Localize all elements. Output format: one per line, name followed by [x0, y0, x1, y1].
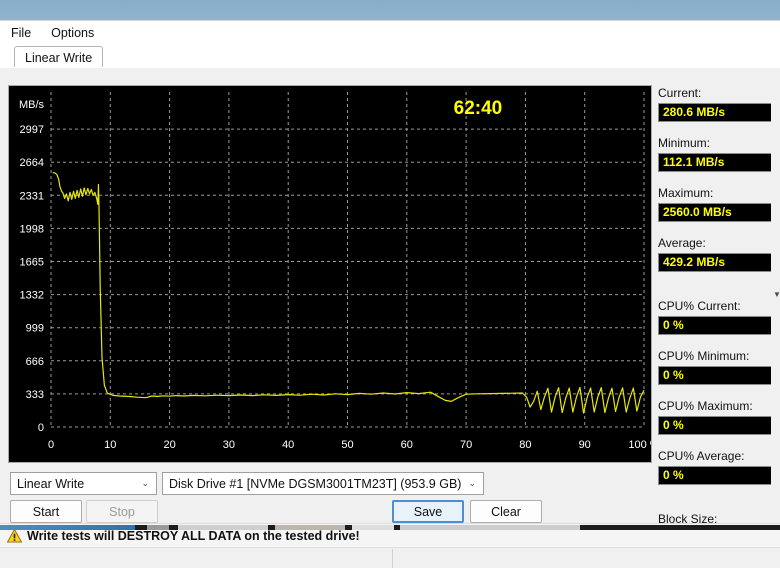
stat-maximum-value: 2560.0 MB/s: [658, 203, 772, 222]
stat-minimum: Minimum: 112.1 MB/s: [658, 135, 772, 172]
warning-icon: [7, 528, 22, 543]
statistics-panel: Current: 280.6 MB/s Minimum: 112.1 MB/s …: [658, 85, 772, 548]
stat-cpu-maximum: CPU% Maximum: 0 %: [658, 398, 772, 435]
x-tick-label: 50: [341, 439, 353, 451]
stat-cpu-average-label: CPU% Average:: [658, 449, 745, 463]
stat-cpu-minimum: CPU% Minimum: 0 %: [658, 348, 772, 385]
x-tick-label: 40: [282, 439, 294, 451]
stat-maximum-label: Maximum:: [658, 186, 714, 200]
stat-average-value: 429.2 MB/s: [658, 253, 772, 272]
y-tick-label: 1332: [20, 290, 44, 302]
y-tick-label: 1998: [20, 223, 44, 235]
chevron-down-icon: ⌄: [468, 478, 476, 488]
stat-cpu-current-value: 0 %: [658, 316, 772, 335]
y-tick-label: 999: [26, 323, 44, 335]
content-area: 0 333 666 999 1332 1665 1998 2331 2664 2997 0 10 20…: [0, 68, 780, 568]
stat-current-label: Current:: [658, 86, 702, 100]
stat-cpu-maximum-value: 0 %: [658, 416, 772, 435]
taskbar-item: [275, 525, 345, 530]
x-tick-label: 10: [104, 439, 116, 451]
x-tick-label: 20: [163, 439, 175, 451]
stat-minimum-label: Minimum:: [658, 136, 711, 150]
x-tick-label: 100 %: [628, 439, 651, 451]
hdtune-window: File Options Linear Write 0 333 666 999 1332…: [0, 20, 780, 568]
status-bar: [0, 547, 780, 568]
menu-item-file[interactable]: File: [9, 24, 40, 42]
stat-current-value: 280.6 MB/s: [658, 103, 772, 122]
vertical-scrollbar[interactable]: ▼: [771, 68, 780, 526]
chevron-down-icon: ⌄: [141, 478, 149, 488]
taskbar-item: [352, 525, 394, 530]
graph-canvas: 0 333 666 999 1332 1665 1998 2331 2664 2997 0 10 20…: [9, 86, 651, 462]
stat-cpu-minimum-label: CPU% Minimum:: [658, 349, 750, 363]
stat-cpu-current-label: CPU% Current:: [658, 299, 741, 313]
y-tick-label: 1665: [20, 257, 44, 269]
tab-linear-write[interactable]: Linear Write: [14, 46, 104, 68]
x-tick-label: 60: [401, 439, 413, 451]
x-tick-label: 90: [579, 439, 591, 451]
save-button[interactable]: Save: [392, 500, 464, 523]
y-tick-label: 333: [26, 389, 44, 401]
drive-select-value: Disk Drive #1 [NVMe DGSM3001TM23T] (953.…: [169, 476, 462, 491]
x-tick-label: 70: [460, 439, 472, 451]
x-tick-label: 0: [48, 439, 54, 451]
taskbar-item: [400, 525, 580, 530]
menu-item-options[interactable]: Options: [49, 24, 103, 42]
drive-select[interactable]: Disk Drive #1 [NVMe DGSM3001TM23T] (953.…: [162, 472, 484, 495]
warning-text: Write tests will DESTROY ALL DATA on the…: [27, 528, 360, 543]
y-tick-label: 0: [38, 422, 44, 434]
stat-current: Current: 280.6 MB/s: [658, 85, 772, 122]
tab-strip: Linear Write: [0, 44, 780, 68]
stop-button: Stop: [86, 500, 158, 523]
test-type-select-value: Linear Write: [17, 476, 85, 491]
y-tick-label: 2664: [20, 157, 44, 169]
start-button[interactable]: Start: [10, 500, 82, 523]
taskbar-sliver: [0, 525, 780, 530]
stat-maximum: Maximum: 2560.0 MB/s: [658, 185, 772, 222]
controls-area: Linear Write ⌄ Disk Drive #1 [NVMe DGSM3…: [0, 468, 780, 526]
stat-cpu-maximum-label: CPU% Maximum:: [658, 399, 753, 413]
stat-cpu-current: CPU% Current: 0 %: [658, 298, 772, 335]
y-tick-label: 2997: [20, 124, 44, 136]
x-tick-label: 30: [223, 439, 235, 451]
taskbar-item: [178, 525, 268, 530]
stat-cpu-minimum-value: 0 %: [658, 366, 772, 385]
y-tick-label: 666: [26, 356, 44, 368]
elapsed-timer: 62:40: [454, 98, 503, 119]
benchmark-graph[interactable]: 0 333 666 999 1332 1665 1998 2331 2664 2997 0 10 20…: [8, 85, 652, 463]
menu-bar: File Options: [0, 21, 780, 44]
desktop-background: [0, 0, 780, 20]
taskbar-item: [0, 525, 135, 530]
stat-average-label: Average:: [658, 236, 706, 250]
y-axis-title: MB/s: [19, 99, 45, 111]
test-type-select[interactable]: Linear Write ⌄: [10, 472, 157, 495]
stat-minimum-value: 112.1 MB/s: [658, 153, 772, 172]
y-tick-label: 2331: [20, 190, 44, 202]
x-tick-label: 80: [519, 439, 531, 451]
clear-button[interactable]: Clear: [470, 500, 542, 523]
scroll-down-arrow[interactable]: ▼: [773, 290, 780, 299]
stat-average: Average: 429.2 MB/s: [658, 235, 772, 272]
taskbar-item: [147, 525, 169, 530]
status-bar-divider: [392, 549, 393, 568]
